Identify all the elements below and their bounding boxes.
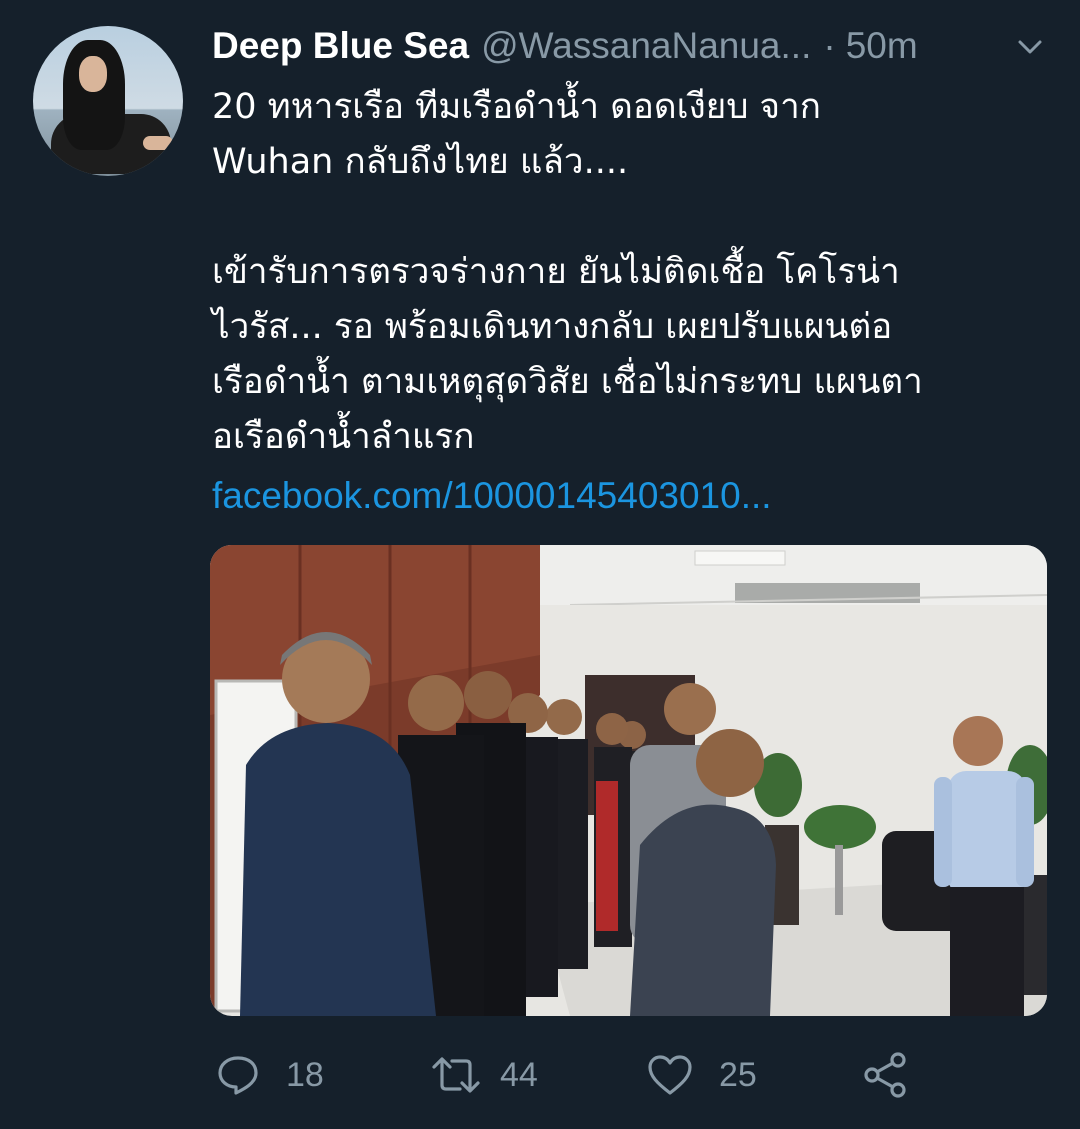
tweet-actions: 18 44 25 [0, 1040, 1080, 1110]
tweet-text-line: เรือดำน้ำ ตามเหตุสุดวิสัย เชื่อไม่กระทบ … [212, 362, 923, 402]
tweet[interactable]: Deep Blue Sea @WassanaNanua... · 50m 20 … [0, 0, 1080, 1129]
tweet-text-line: เข้ารับการตรวจร่างกาย ยันไม่ติดเชื้อ โคโ… [212, 252, 900, 292]
tweet-text-line: 20 ทหารเรือ ทีมเรือดำน้ำ ดอดเงียบ จาก [212, 87, 821, 127]
like-count: 25 [719, 1055, 757, 1094]
avatar[interactable] [33, 26, 183, 176]
separator-dot: · [823, 25, 836, 66]
reply-button[interactable]: 18 [216, 1040, 324, 1110]
tweet-timestamp[interactable]: 50m [846, 25, 918, 67]
retweet-icon [432, 1057, 480, 1093]
author-handle[interactable]: @WassanaNanua... [481, 25, 811, 67]
tweet-text-line: ไวรัส... รอ พร้อมเดินทางกลับ เผยปรับแผนต… [212, 307, 893, 347]
tweet-text: 20 ทหารเรือ ทีมเรือดำน้ำ ดอดเงียบ จาก Wu… [212, 80, 1062, 465]
author-name[interactable]: Deep Blue Sea [212, 25, 469, 67]
retweet-count: 44 [500, 1055, 538, 1094]
reply-icon [218, 1056, 258, 1095]
tweet-text-line: Wuhan กลับถึงไทย แล้ว.... [212, 142, 629, 182]
reply-count: 18 [286, 1055, 324, 1094]
tweet-header: Deep Blue Sea @WassanaNanua... · 50m [212, 20, 918, 72]
retweet-button[interactable]: 44 [430, 1040, 538, 1110]
heart-icon [648, 1055, 692, 1095]
share-button[interactable] [862, 1040, 908, 1110]
share-icon [864, 1052, 906, 1098]
tweet-text-line: อเรือดำน้ำลำแรก [212, 417, 475, 457]
like-button[interactable]: 25 [647, 1040, 757, 1110]
tweet-photo[interactable] [210, 545, 1047, 1016]
photo-illustration [210, 545, 1047, 1016]
facebook-link[interactable]: facebook.com/10000145403010... [212, 475, 772, 517]
chevron-down-icon[interactable] [1016, 36, 1044, 58]
